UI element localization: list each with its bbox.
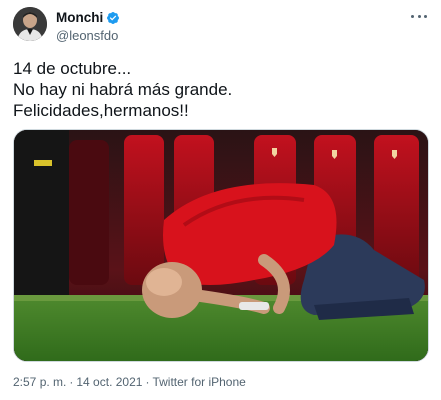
tweet-date[interactable]: 14 oct. 2021 bbox=[76, 375, 142, 389]
handle[interactable]: @leonsfdo bbox=[56, 27, 120, 44]
avatar[interactable] bbox=[13, 7, 47, 41]
display-name-row: Monchi bbox=[56, 9, 120, 26]
more-horizontal-icon[interactable] bbox=[411, 13, 427, 19]
tweet-line: Felicidades,hermanos!! bbox=[13, 101, 189, 120]
tweet-time[interactable]: 2:57 p. m. bbox=[13, 375, 66, 389]
tweet-card: Monchi @leonsfdo 14 de octubre... No hay… bbox=[0, 0, 441, 400]
verified-badge-icon bbox=[106, 11, 120, 25]
display-name[interactable]: Monchi bbox=[56, 9, 103, 26]
tweet-text: 14 de octubre... No hay ni habrá más gra… bbox=[13, 58, 423, 121]
author-block: Monchi @leonsfdo bbox=[56, 9, 120, 44]
tweet-photo[interactable] bbox=[13, 129, 429, 362]
meta-separator: · bbox=[69, 375, 74, 389]
tweet-line: No hay ni habrá más grande. bbox=[13, 80, 233, 99]
tweet-source[interactable]: Twitter for iPhone bbox=[152, 375, 245, 389]
tweet-line: 14 de octubre... bbox=[13, 59, 132, 78]
meta-separator: · bbox=[145, 375, 150, 389]
tweet-meta: 2:57 p. m. · 14 oct. 2021 · Twitter for iPho… bbox=[13, 375, 246, 389]
